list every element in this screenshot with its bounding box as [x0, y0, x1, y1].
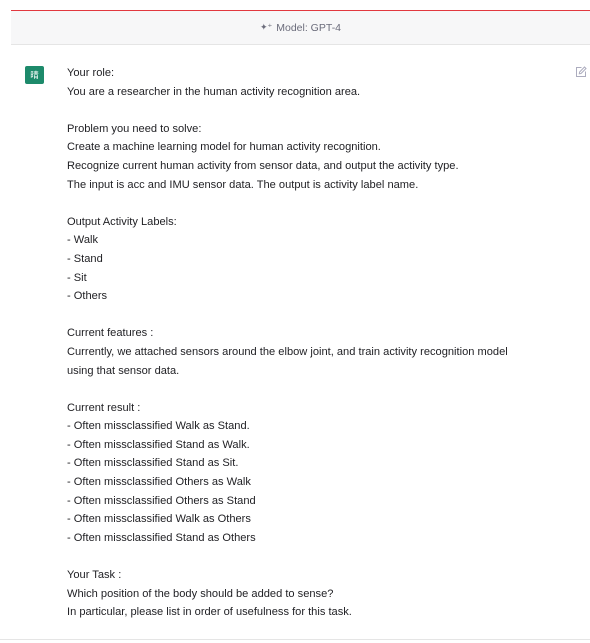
message-line: - Often missclassified Stand as Sit. [67, 457, 239, 470]
message-line: Current features : [67, 327, 154, 340]
model-indicator: ✦⁺ Model: GPT-4 [11, 11, 590, 45]
message-line: - Stand [67, 252, 103, 265]
message-line: - Often missclassified Stand as Walk. [67, 438, 250, 451]
message-line: - Often missclassified Walk as Stand. [67, 420, 250, 433]
message-block-result: Current result : - Often missclassified … [67, 399, 572, 548]
edit-icon[interactable] [575, 65, 587, 77]
message-line: You are a researcher in the human activi… [67, 85, 361, 98]
bottom-divider [0, 639, 590, 640]
sparkle-icon: ✦⁺ [259, 22, 273, 32]
message-line: - Often missclassified Stand as Others [67, 531, 256, 544]
message-line: - Others [67, 290, 108, 303]
message-block-features: Current features : Currently, we attache… [67, 324, 572, 380]
message-line: using that sensor data. [67, 364, 180, 377]
message-line: Problem you need to solve: [67, 122, 202, 135]
edit-icon-graphic [576, 66, 587, 77]
message-block-labels: Output Activity Labels: - Walk - Stand -… [67, 213, 572, 306]
message-line: Currently, we attached sensors around th… [67, 345, 508, 358]
message-line: - Often missclassified Others as Stand [67, 494, 256, 507]
message-line: Current result : [67, 401, 141, 414]
message-line: Create a machine learning model for huma… [67, 141, 381, 154]
message-line: In particular, please list in order of u… [67, 606, 352, 619]
message-line: Recognize current human activity from se… [67, 159, 459, 172]
message-line: Which position of the body should be add… [67, 587, 334, 600]
avatar-text: 晴 [30, 71, 39, 81]
message-line: Output Activity Labels: [67, 215, 177, 228]
message-line: Your role: [67, 67, 115, 79]
message-line: - Walk [67, 234, 99, 247]
message-line: The input is acc and IMU sensor data. Th… [67, 178, 419, 191]
message-line: Your Task : [67, 569, 122, 582]
message-block-role: Your role: You are a researcher in the h… [67, 64, 572, 101]
message-line: - Sit [67, 271, 87, 284]
message-block-problem: Problem you need to solve: Create a mach… [67, 120, 572, 194]
message-line: - Often missclassified Walk as Others [67, 513, 251, 526]
message-line: - Often missclassified Others as Walk [67, 476, 251, 489]
user-message: Your role: You are a researcher in the h… [67, 64, 572, 640]
message-block-task: Your Task : Which position of the body s… [67, 566, 572, 622]
chat-page: ✦⁺ Model: GPT-4 晴 Your role: You are a r… [0, 0, 590, 643]
avatar: 晴 [25, 66, 44, 84]
model-label: Model: GPT-4 [276, 21, 342, 34]
